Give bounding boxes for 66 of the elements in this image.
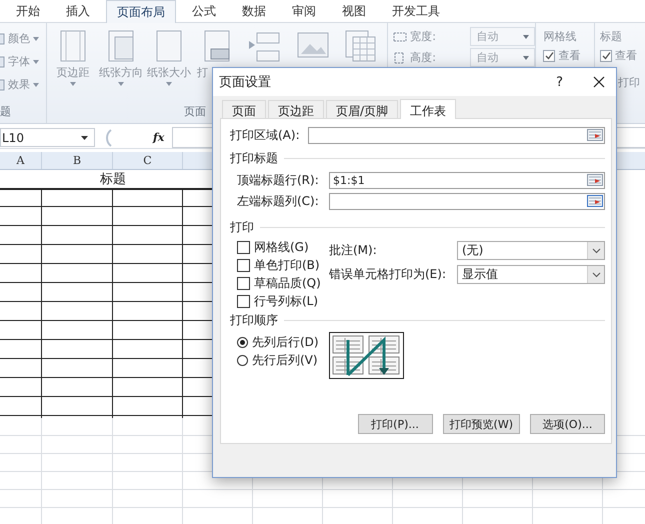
dialog-button[interactable]: 打印预览(W) — [442, 414, 520, 434]
option-checkbox[interactable]: 单色打印(B) — [237, 258, 329, 273]
ribbon-tab[interactable]: 数据 — [232, 0, 276, 22]
section-heading: 打印顺序 — [230, 312, 278, 329]
title-range-field[interactable]: $1:$1 — [329, 172, 605, 188]
caret-icon — [33, 82, 39, 86]
check-icon — [544, 51, 554, 60]
group-title: 网格线 — [543, 29, 578, 44]
option-checkbox[interactable]: 行号列标(L) — [237, 294, 329, 309]
dropdown-label: 错误单元格打印为(E): — [329, 266, 447, 283]
group-label: 页面 — [184, 104, 206, 119]
width-icon — [393, 30, 408, 42]
dialog-button[interactable]: 选项(O)... — [530, 414, 605, 434]
range-select-icon[interactable] — [587, 129, 603, 141]
option-checkbox[interactable]: 草稿品质(Q) — [237, 276, 329, 291]
caret-icon — [523, 56, 530, 60]
name-box[interactable]: L10 — [0, 128, 95, 147]
order-radio[interactable]: 先行后列(V) — [237, 353, 329, 368]
ribbon-tab[interactable]: 开发工具 — [382, 0, 450, 22]
group-label: 题 — [0, 104, 11, 119]
width-label: 宽度: — [410, 29, 437, 44]
title-range-field[interactable] — [329, 192, 605, 210]
option-dropdown[interactable]: 显示值 — [457, 265, 605, 284]
caret-icon — [81, 136, 88, 140]
column-header[interactable]: A — [16, 154, 24, 167]
column-header[interactable]: B — [72, 154, 82, 167]
title-cell-text: 标题 — [100, 171, 126, 188]
caret-icon — [523, 34, 530, 38]
option-checkbox[interactable]: 网格线(G) — [237, 240, 329, 255]
insert-function-button[interactable]: fx — [153, 131, 164, 144]
help-button[interactable]: ? — [556, 74, 563, 90]
ribbon-tab[interactable]: 公式 — [182, 0, 226, 22]
dialog-tab[interactable]: 页面 — [222, 100, 266, 118]
ribbon-tab[interactable]: 视图 — [332, 0, 376, 22]
option-dropdown[interactable]: (无) — [457, 241, 605, 260]
check-icon — [602, 51, 611, 60]
chevron-down-icon — [592, 272, 600, 278]
dialog-tab[interactable]: 页边距 — [268, 100, 324, 118]
order-radio[interactable]: 先列后行(D) — [237, 335, 329, 350]
close-icon[interactable] — [593, 76, 605, 88]
field-label: 顶端标题行(R): — [237, 172, 320, 188]
group-title: 标题 — [600, 29, 624, 44]
print-area-field[interactable] — [308, 126, 605, 144]
caret-icon — [118, 82, 124, 86]
field-label: 打印区域(A): — [230, 126, 301, 144]
ribbon-tab[interactable]: 插入 — [56, 0, 100, 22]
section-heading: 打印标题 — [230, 150, 278, 167]
section-heading: 打印 — [230, 219, 254, 236]
caret-icon — [70, 82, 76, 86]
range-select-icon[interactable] — [587, 195, 603, 207]
caret-icon — [33, 36, 39, 40]
chevron-down-icon — [592, 248, 600, 254]
column-header[interactable]: C — [143, 154, 152, 167]
ribbon-tab[interactable]: 审阅 — [282, 0, 326, 22]
dialog-title: 页面设置 — [219, 74, 271, 91]
ribbon-tab[interactable]: 页面布局 — [106, 0, 176, 23]
range-select-icon[interactable] — [587, 174, 603, 186]
caret-icon — [166, 82, 172, 86]
field-label: 左端标题列(C): — [237, 192, 320, 210]
ribbon-tab[interactable]: 开始 — [6, 0, 50, 22]
dialog-tab[interactable]: 页眉/页脚 — [326, 100, 398, 118]
dialog-button[interactable]: 打印(P)... — [358, 414, 433, 434]
caret-icon — [33, 60, 39, 64]
dropdown-label: 批注(M): — [329, 242, 378, 259]
dialog-tab[interactable]: 工作表 — [400, 99, 456, 119]
height-label: 高度: — [410, 50, 437, 65]
